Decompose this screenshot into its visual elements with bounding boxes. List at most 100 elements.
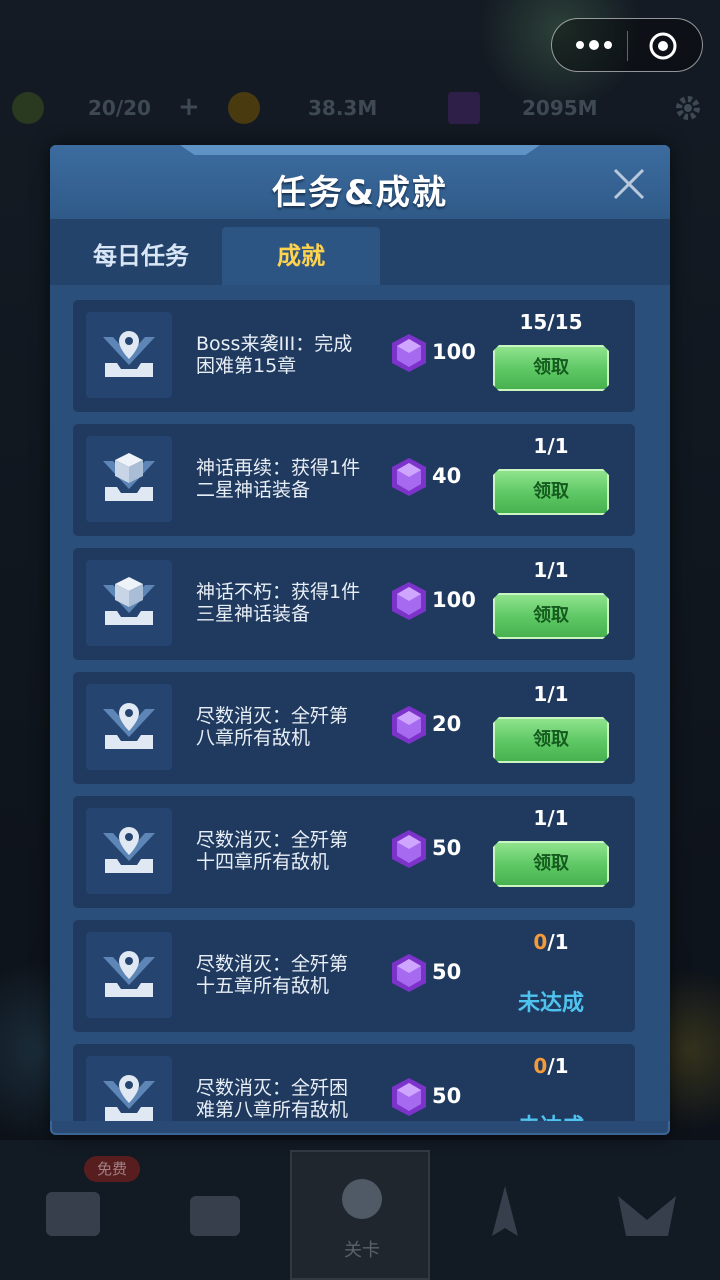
purple-gem-icon [392,334,426,372]
incomplete-status: 未达成 [517,991,584,1016]
coin-value: 38.3M [308,96,378,120]
tab-achievements[interactable]: 成就 [222,227,380,285]
achievement-description: 神话不朽：获得1件 三星神话装备 [196,581,361,625]
achievement-card: 神话再续：获得1件 二星神话装备 40 1/1 领取 [72,423,636,537]
reward-amount: 40 [432,464,462,488]
achievement-card: 尽数消灭：全歼困 难第八章所有敌机 50 0/1 未达成 [72,1043,636,1121]
progress-total: /1 [547,1054,569,1078]
achievement-icon-frame [86,560,172,646]
bottom-nav: 免费 关卡 [0,1140,720,1280]
tab-bar: 每日任务 成就 [50,219,670,285]
achievement-progress: 0/1 [492,1054,610,1078]
purple-gem-icon [392,582,426,620]
mecha-nav-icon[interactable] [612,1180,682,1250]
progress-total: /1 [547,806,569,830]
progress-total: /1 [547,434,569,458]
achievement-description: Boss来袭III：完成 困难第15章 [196,333,353,377]
modal-title: 任务&成就 [272,173,448,213]
gem-icon [448,92,480,124]
progress-current: 1 [533,434,548,458]
header-ornament [180,145,540,155]
equipment-nav-icon[interactable] [180,1180,250,1250]
location-pin-icon [103,1075,155,1121]
claim-button[interactable]: 领取 [493,469,609,515]
progress-current: 1 [533,806,548,830]
base-nav-icon[interactable] [38,1180,108,1250]
achievement-icon-frame [86,312,172,398]
modal-header: 任务&成就 [50,145,670,219]
reward-amount: 20 [432,712,462,736]
achievement-card: 尽数消灭：全歼第 八章所有敌机 20 1/1 领取 [72,671,636,785]
purple-gem-icon [392,954,426,992]
close-miniprogram-icon[interactable] [648,31,678,61]
achievement-card: Boss来袭III：完成 困难第15章 100 15/15 领取 [72,299,636,413]
purple-gem-icon [392,458,426,496]
progress-current: 1 [533,558,548,582]
achievement-progress: 1/1 [492,682,610,706]
achievement-progress: 0/1 [492,930,610,954]
coin-icon [228,92,260,124]
more-icon[interactable] [574,35,614,55]
free-badge: 免费 [84,1156,140,1182]
achievement-progress: 15/15 [492,310,610,334]
progress-total: /1 [547,558,569,582]
resource-bar: 20/20 + 38.3M 2095M [0,88,720,132]
capsule-separator [627,31,628,61]
progress-current: 15 [519,310,548,334]
achievement-list[interactable]: Boss来袭III：完成 困难第15章 100 15/15 领取 神话再续：获得1件 二… [50,285,670,1121]
progress-total: /1 [547,682,569,706]
achievement-icon-frame [86,1056,172,1121]
achievement-progress: 1/1 [492,434,610,458]
incomplete-status: 未达成 [492,1109,610,1121]
achievement-description: 神话再续：获得1件 二星神话装备 [196,457,361,501]
achievement-icon-frame [86,436,172,522]
stage-nav-button[interactable]: 关卡 [290,1150,430,1280]
purple-gem-icon [392,1078,426,1116]
location-pin-icon [103,703,155,749]
achievement-description: 尽数消灭：全歼第 十五章所有敌机 [196,953,349,997]
progress-total: /1 [547,930,569,954]
location-pin-icon [103,827,155,873]
location-pin-icon [103,951,155,997]
gear-icon[interactable] [672,92,704,124]
add-energy-button[interactable]: + [178,92,200,122]
achievement-description: 尽数消灭：全歼困 难第八章所有敌机 [196,1077,349,1121]
claim-button[interactable]: 领取 [493,593,609,639]
progress-current: 0 [533,930,548,954]
reward-amount: 50 [432,1084,462,1108]
stage-nav-label: 关卡 [344,1240,380,1261]
achievement-card: 尽数消灭：全歼第 十四章所有敌机 50 1/1 领取 [72,795,636,909]
claim-button[interactable]: 领取 [493,345,609,391]
achievement-icon-frame [86,684,172,770]
claim-button[interactable]: 领取 [493,717,609,763]
achievement-icon-frame [86,808,172,894]
achievement-description: 尽数消灭：全歼第 八章所有敌机 [196,705,349,749]
achievement-card: 神话不朽：获得1件 三星神话装备 100 1/1 领取 [72,547,636,661]
gem-value: 2095M [522,96,598,120]
fighter-nav-icon[interactable] [470,1180,540,1250]
task-achievement-modal: 任务&成就 每日任务 成就 Boss来袭III：完成 困难第15章 100 15/1… [50,145,670,1135]
progress-total: /15 [547,310,583,334]
achievement-progress: 1/1 [492,558,610,582]
achievement-progress: 1/1 [492,806,610,830]
purple-gem-icon [392,830,426,868]
purple-gem-icon [392,706,426,744]
reward-amount: 50 [432,960,462,984]
planet-icon [342,1179,382,1219]
reward-amount: 50 [432,836,462,860]
miniprogram-capsule [551,18,703,72]
claim-button[interactable]: 领取 [493,841,609,887]
tab-daily-tasks[interactable]: 每日任务 [66,227,216,285]
achievement-card: 尽数消灭：全歼第 十五章所有敌机 50 0/1 未达成 [72,919,636,1033]
progress-current: 1 [533,682,548,706]
box-icon [103,453,155,501]
energy-icon [12,92,44,124]
progress-current: 0 [533,1054,548,1078]
achievement-icon-frame [86,932,172,1018]
close-icon[interactable] [612,167,646,201]
location-pin-icon [103,331,155,377]
box-icon [103,577,155,625]
energy-value: 20/20 [88,96,151,120]
achievement-description: 尽数消灭：全歼第 十四章所有敌机 [196,829,349,873]
reward-amount: 100 [432,340,476,364]
